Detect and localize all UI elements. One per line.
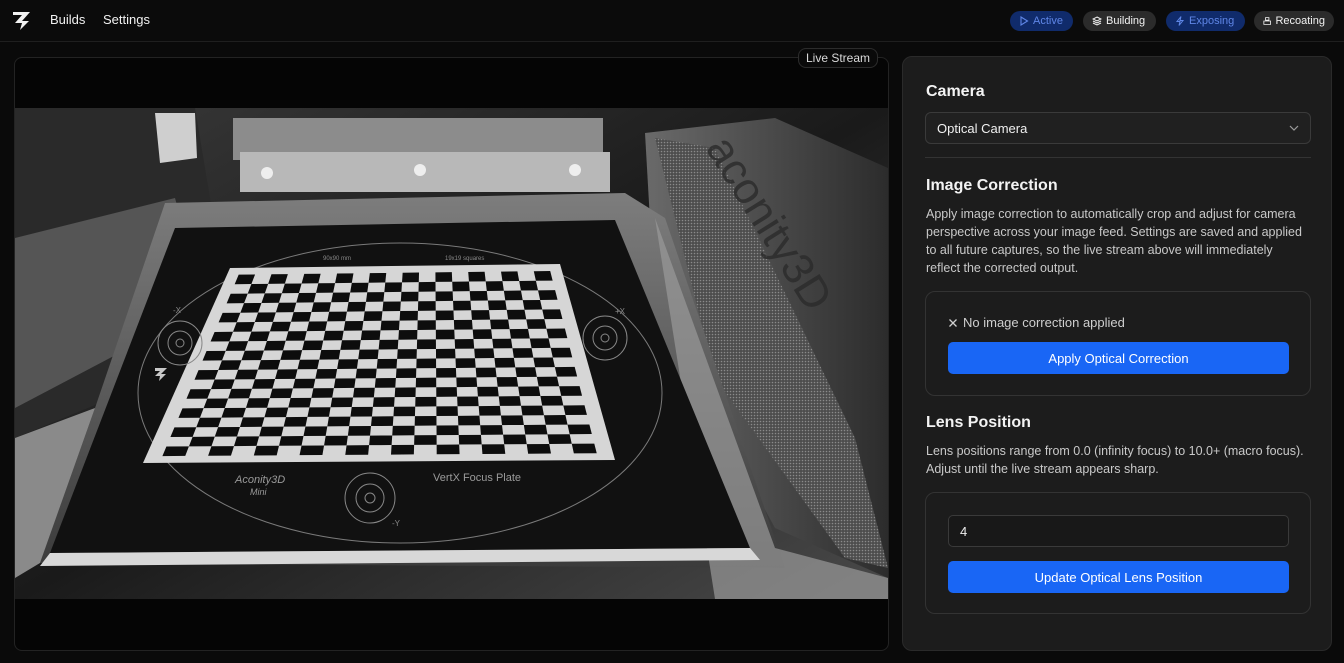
- status-active-label: Active: [1033, 15, 1063, 27]
- plate-model-text: Mini: [250, 487, 268, 497]
- plate-axis-x-neg: -X: [173, 306, 182, 315]
- plate-squares-text: 19x19 squares: [445, 256, 484, 262]
- status-building-badge: Building: [1083, 11, 1156, 31]
- live-stream-image[interactable]: aconity3D 90x90 mm 19x19 squares -X +X -…: [15, 108, 888, 599]
- camera-select[interactable]: Optical Camera: [925, 112, 1311, 144]
- plate-size-text: 90x90 mm: [323, 256, 351, 262]
- lens-position-heading: Lens Position: [926, 414, 1031, 431]
- plate-name-text: VertX Focus Plate: [433, 472, 521, 484]
- layers-icon: [1092, 16, 1102, 26]
- camera-settings-panel: Camera Optical Camera Image Correction A…: [902, 56, 1332, 651]
- correction-status-text: No image correction applied: [963, 315, 1125, 330]
- correction-status: No image correction applied: [948, 315, 1125, 330]
- status-recoating-badge: Recoating: [1254, 11, 1334, 31]
- image-correction-heading: Image Correction: [926, 177, 1058, 194]
- aconity-logo-icon[interactable]: [12, 9, 32, 31]
- chevron-down-icon: [1289, 125, 1299, 131]
- plate-axis-x-pos: +X: [615, 307, 626, 316]
- nav-settings[interactable]: Settings: [103, 12, 150, 27]
- top-bar: Builds Settings Active Building Exposing…: [0, 0, 1344, 42]
- play-icon: [1020, 16, 1029, 26]
- plate-axis-y-neg: -Y: [392, 519, 401, 528]
- image-correction-description: Apply image correction to automatically …: [926, 207, 1302, 275]
- status-exposing-label: Exposing: [1189, 15, 1235, 27]
- close-icon: [949, 318, 957, 327]
- status-building-label: Building: [1106, 15, 1146, 27]
- nav-builds[interactable]: Builds: [50, 12, 85, 27]
- camera-select-value: Optical Camera: [937, 120, 1028, 136]
- status-exposing-badge: Exposing: [1166, 11, 1245, 31]
- apply-optical-correction-button[interactable]: Apply Optical Correction: [948, 342, 1289, 374]
- image-correction-card: No image correction applied Apply Optica…: [925, 291, 1311, 396]
- lens-position-input[interactable]: [948, 515, 1289, 547]
- lens-position-description: Lens positions range from 0.0 (infinity …: [926, 444, 1304, 476]
- status-recoating-label: Recoating: [1275, 15, 1325, 27]
- lens-position-card: Update Optical Lens Position: [925, 492, 1311, 614]
- status-active-badge: Active: [1010, 11, 1073, 31]
- section-divider: [925, 157, 1311, 158]
- update-lens-position-button[interactable]: Update Optical Lens Position: [948, 561, 1289, 593]
- lightning-icon: [1175, 16, 1185, 26]
- recoater-icon: [1263, 17, 1272, 25]
- plate-brand-text: Aconity3D: [234, 474, 285, 486]
- camera-heading: Camera: [926, 83, 985, 100]
- live-stream-label: Live Stream: [798, 48, 879, 68]
